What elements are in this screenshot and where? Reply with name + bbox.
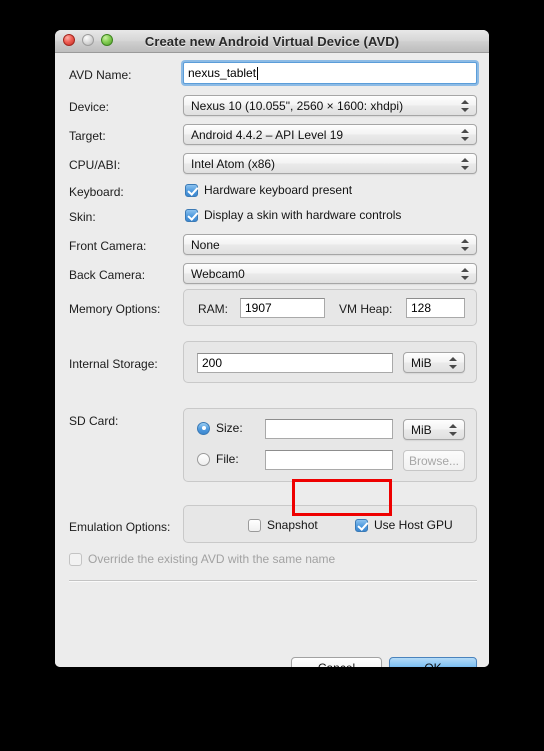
snapshot-checkbox[interactable]: Snapshot [248, 518, 318, 532]
skin-label: Skin: [69, 210, 96, 224]
checkbox-icon [185, 183, 198, 197]
cpu-abi-value: Intel Atom (x86) [191, 156, 276, 171]
vm-heap-label: VM Heap: [339, 302, 393, 316]
override-avd-label: Override the existing AVD with the same … [88, 552, 336, 566]
radio-icon [197, 421, 210, 435]
front-camera-label: Front Camera: [69, 239, 147, 253]
cancel-label: Cancel [318, 661, 355, 668]
chevron-updown-icon [460, 128, 469, 142]
chevron-updown-icon [460, 267, 469, 281]
sd-card-label: SD Card: [69, 414, 119, 428]
keyboard-label: Keyboard: [69, 185, 124, 199]
display-skin-checkbox[interactable]: Display a skin with hardware controls [185, 208, 401, 222]
checkbox-icon [248, 518, 261, 532]
chevron-updown-icon [448, 423, 457, 437]
ok-label: OK [424, 661, 441, 668]
internal-storage-label: Internal Storage: [69, 357, 158, 371]
dialog-body: AVD Name: nexus_tablet Device: Nexus 10 … [55, 53, 489, 667]
internal-storage-value: 200 [202, 356, 223, 370]
back-camera-label: Back Camera: [69, 268, 146, 282]
avd-name-input[interactable]: nexus_tablet [183, 62, 477, 84]
back-camera-select[interactable]: Webcam0 [183, 263, 477, 284]
sd-card-file-radio[interactable]: File: [197, 452, 239, 466]
avd-dialog-window: Create new Android Virtual Device (AVD) … [55, 30, 489, 667]
hardware-keyboard-checkbox[interactable]: Hardware keyboard present [185, 183, 352, 197]
sd-card-size-label: Size: [216, 421, 243, 435]
sd-card-size-unit-value: MiB [411, 422, 432, 437]
chevron-updown-icon [460, 238, 469, 252]
checkbox-icon [69, 552, 82, 566]
minimize-button[interactable] [82, 34, 94, 46]
sd-card-size-unit-select[interactable]: MiB [403, 419, 465, 440]
window-controls [63, 34, 113, 46]
ok-button[interactable]: OK [389, 657, 477, 667]
internal-storage-group: 200 MiB [183, 341, 477, 383]
window-titlebar[interactable]: Create new Android Virtual Device (AVD) [55, 30, 489, 53]
screen: Create new Android Virtual Device (AVD) … [0, 0, 544, 751]
ram-value: 1907 [245, 301, 272, 315]
internal-storage-unit-value: MiB [411, 355, 432, 370]
hardware-keyboard-label: Hardware keyboard present [204, 183, 353, 197]
emulation-options-group: Snapshot Use Host GPU [183, 505, 477, 543]
front-camera-value: None [191, 237, 220, 252]
ram-input[interactable]: 1907 [240, 298, 325, 318]
ram-label: RAM: [198, 302, 228, 316]
zoom-button[interactable] [101, 34, 113, 46]
vm-heap-input[interactable]: 128 [406, 298, 465, 318]
emulation-options-label: Emulation Options: [69, 520, 171, 534]
front-camera-select[interactable]: None [183, 234, 477, 255]
memory-options-label: Memory Options: [69, 302, 161, 316]
target-value: Android 4.4.2 – API Level 19 [191, 127, 344, 142]
vm-heap-value: 128 [411, 301, 432, 315]
avd-name-label: AVD Name: [69, 68, 132, 82]
use-host-gpu-checkbox[interactable]: Use Host GPU [355, 518, 453, 532]
browse-label: Browse... [408, 453, 459, 468]
device-select[interactable]: Nexus 10 (10.055", 2560 × 1600: xhdpi) [183, 95, 477, 116]
checkbox-icon [185, 208, 198, 222]
checkbox-icon [355, 518, 368, 532]
snapshot-label: Snapshot [267, 518, 318, 532]
cpu-abi-select[interactable]: Intel Atom (x86) [183, 153, 477, 174]
display-skin-label: Display a skin with hardware controls [204, 208, 402, 222]
override-avd-checkbox[interactable]: Override the existing AVD with the same … [69, 552, 335, 566]
divider [69, 580, 477, 581]
chevron-updown-icon [448, 356, 457, 370]
sd-card-group: Size: MiB File: Browse... [183, 408, 477, 482]
radio-icon [197, 452, 210, 466]
browse-button[interactable]: Browse... [403, 450, 465, 471]
target-label: Target: [69, 129, 106, 143]
chevron-updown-icon [460, 157, 469, 171]
window-title: Create new Android Virtual Device (AVD) [144, 33, 400, 49]
target-select[interactable]: Android 4.4.2 – API Level 19 [183, 124, 477, 145]
cpu-abi-label: CPU/ABI: [69, 158, 121, 172]
sd-card-size-radio[interactable]: Size: [197, 421, 243, 435]
close-button[interactable] [63, 34, 75, 46]
use-host-gpu-label: Use Host GPU [374, 518, 453, 532]
text-caret [257, 66, 259, 80]
cancel-button[interactable]: Cancel [291, 657, 382, 667]
avd-name-value: nexus_tablet [188, 66, 257, 80]
sd-card-file-label: File: [216, 452, 239, 466]
sd-card-size-input[interactable] [265, 419, 393, 439]
memory-options-group: RAM: 1907 VM Heap: 128 [183, 289, 477, 326]
internal-storage-input[interactable]: 200 [197, 353, 393, 373]
sd-card-file-input[interactable] [265, 450, 393, 470]
internal-storage-unit-select[interactable]: MiB [403, 352, 465, 373]
device-label: Device: [69, 100, 110, 114]
device-value: Nexus 10 (10.055", 2560 × 1600: xhdpi) [191, 98, 404, 113]
chevron-updown-icon [460, 99, 469, 113]
back-camera-value: Webcam0 [191, 266, 245, 281]
